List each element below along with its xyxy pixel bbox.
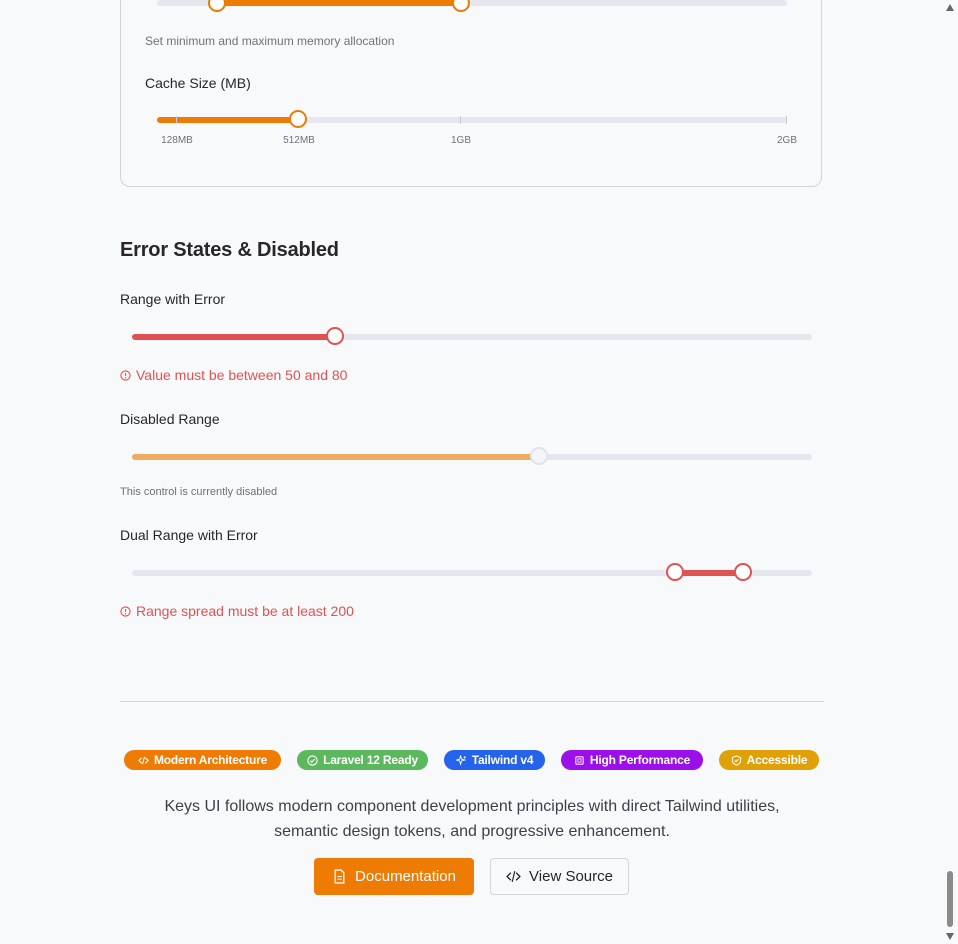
cache-size-label: Cache Size (MB) — [145, 75, 251, 91]
documentation-label: Documentation — [355, 868, 456, 885]
scrollbar-thumb[interactable] — [947, 871, 953, 927]
cache-tick-label: 128MB — [161, 135, 193, 146]
dual-error-max-thumb[interactable] — [734, 563, 752, 581]
cache-tick-label: 1GB — [450, 135, 472, 146]
cache-tick-2gb — [786, 116, 787, 124]
shield-icon — [731, 754, 741, 766]
page-scrollbar[interactable] — [942, 0, 958, 944]
badge-tailwind: Tailwind v4 — [444, 750, 545, 770]
badge-label: Accessible — [746, 753, 808, 767]
badge-modern-architecture: Modern Architecture — [124, 750, 281, 770]
scroll-down-arrow[interactable] — [946, 933, 954, 940]
memory-min-thumb[interactable] — [208, 0, 226, 12]
document-icon — [334, 869, 345, 884]
range-error-thumb[interactable] — [326, 327, 344, 345]
disabled-helper-text: This control is currently disabled — [120, 486, 278, 498]
code-icon — [138, 756, 149, 764]
sparkles-icon — [455, 754, 467, 766]
range-error-message: Value must be between 50 and 80 — [120, 367, 347, 383]
footer-description: Keys UI follows modern component develop… — [120, 794, 824, 844]
view-source-label: View Source — [529, 868, 613, 885]
dual-error-label: Dual Range with Error — [120, 527, 258, 543]
cache-tick-1gb — [460, 116, 461, 124]
cache-tick-label: 512MB — [283, 135, 315, 146]
badge-label: High Performance — [589, 753, 691, 767]
disabled-range-label: Disabled Range — [120, 411, 220, 427]
footer-line-1: Keys UI follows modern component develop… — [164, 798, 780, 815]
memory-range-fill — [217, 0, 461, 6]
memory-helper-text: Set minimum and maximum memory allocatio… — [145, 34, 395, 48]
cpu-icon — [575, 755, 584, 765]
documentation-button[interactable]: Documentation — [314, 858, 474, 895]
alert-circle-icon — [120, 605, 131, 617]
memory-max-thumb[interactable] — [452, 0, 470, 12]
check-circle-icon — [307, 754, 318, 766]
badge-label: Tailwind v4 — [471, 753, 534, 767]
dual-error-min-thumb[interactable] — [666, 563, 684, 581]
badge-laravel: Laravel 12 Ready — [297, 750, 428, 770]
range-error-text: Value must be between 50 and 80 — [136, 367, 348, 383]
badge-accessible: Accessible — [719, 750, 819, 770]
range-card: Set minimum and maximum memory allocatio… — [120, 0, 822, 187]
footer-line-2: semantic design tokens, and progressive … — [274, 823, 670, 840]
badge-label: Laravel 12 Ready — [323, 753, 418, 767]
cache-slider-thumb[interactable] — [289, 110, 307, 128]
view-source-button[interactable]: View Source — [490, 858, 629, 895]
scroll-up-arrow[interactable] — [946, 4, 954, 11]
cache-tick-128mb — [176, 116, 177, 124]
disabled-range-fill — [132, 454, 540, 460]
divider — [120, 701, 824, 702]
dual-error-message: Range spread must be at least 200 — [120, 603, 354, 619]
badge-performance: High Performance — [561, 750, 703, 770]
alert-circle-icon — [120, 369, 131, 381]
cache-tick-label: 2GB — [776, 135, 798, 146]
badge-label: Modern Architecture — [153, 753, 268, 767]
dual-error-text: Range spread must be at least 200 — [136, 603, 354, 619]
code-icon — [506, 871, 521, 882]
cache-slider-fill — [157, 117, 299, 123]
range-error-label: Range with Error — [120, 291, 226, 307]
section-title: Error States & Disabled — [120, 239, 339, 261]
disabled-range-thumb — [530, 447, 548, 465]
range-error-fill — [132, 334, 336, 340]
